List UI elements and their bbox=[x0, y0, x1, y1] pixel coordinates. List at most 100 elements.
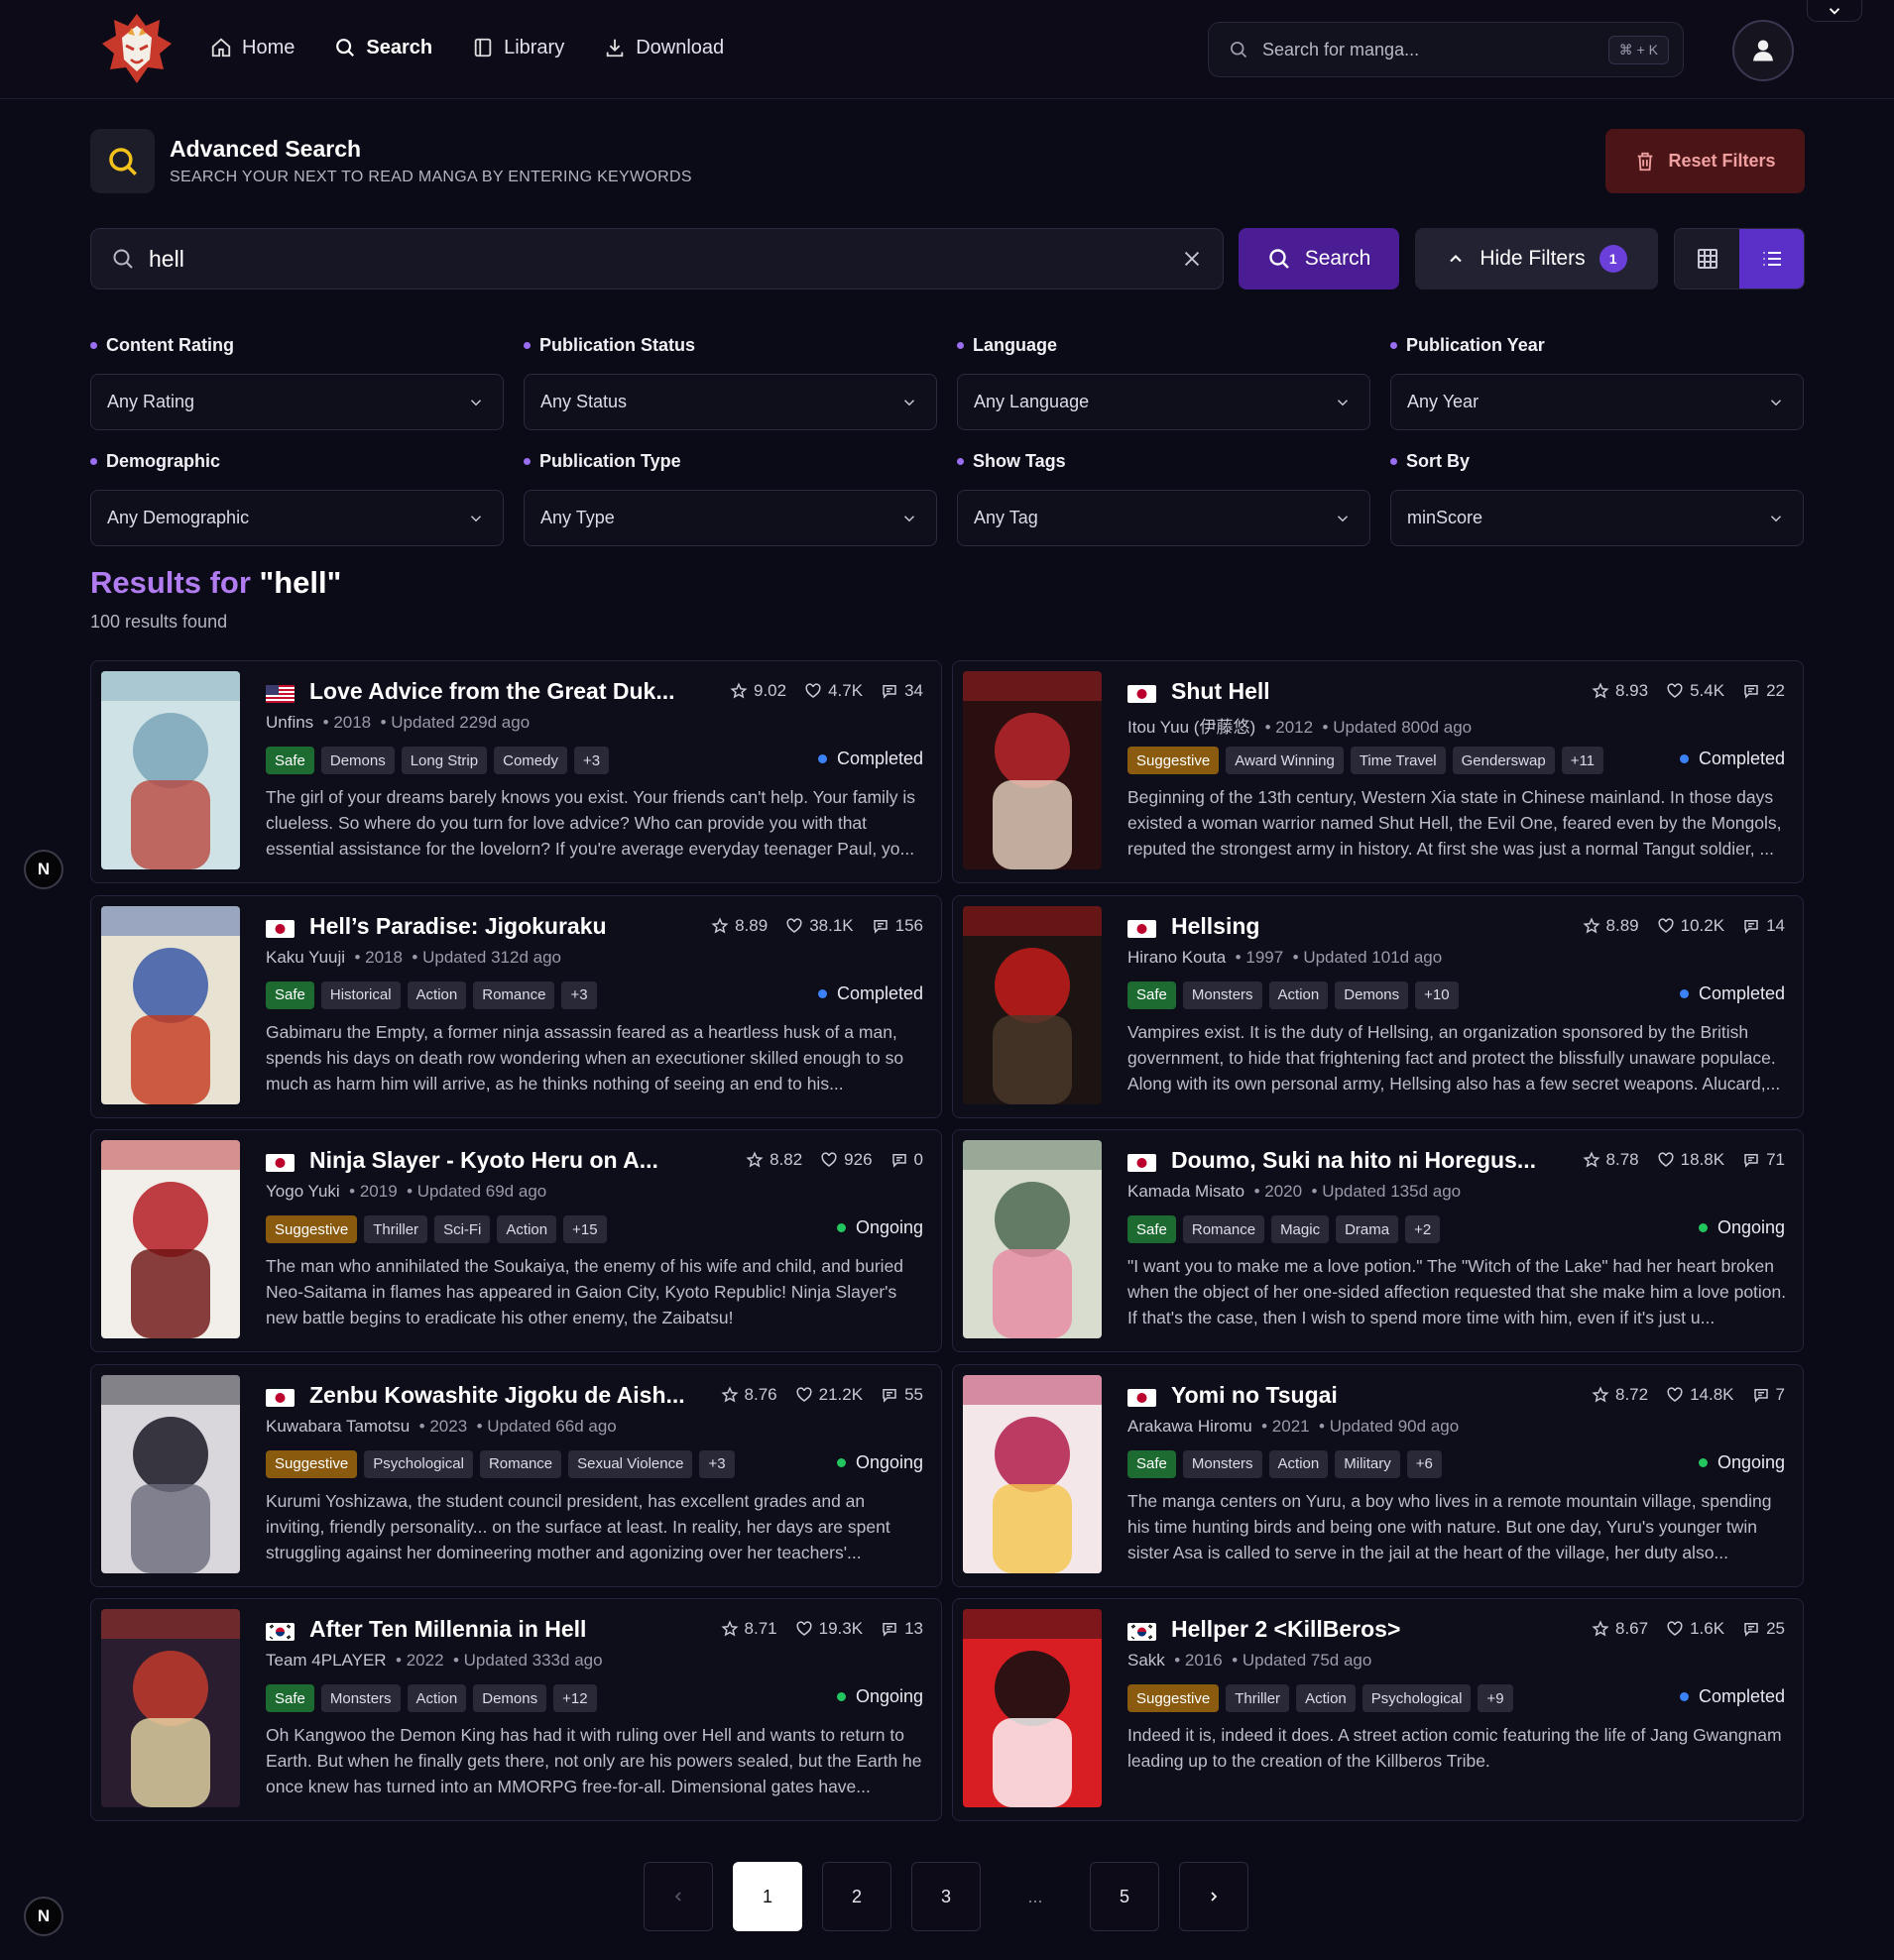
nav-library[interactable]: Library bbox=[472, 32, 564, 63]
nav-download[interactable]: Download bbox=[604, 32, 724, 63]
manga-title[interactable]: Ninja Slayer - Kyoto Heru on A... bbox=[309, 1147, 658, 1174]
hide-filters-button[interactable]: Hide Filters 1 bbox=[1415, 228, 1658, 289]
page-button[interactable]: 5 bbox=[1090, 1862, 1159, 1931]
nav-search[interactable]: Search bbox=[334, 32, 432, 63]
publication-year-select[interactable]: Any Year bbox=[1390, 374, 1804, 430]
language-select[interactable]: Any Language bbox=[957, 374, 1370, 430]
side-badge-n[interactable]: N bbox=[24, 1897, 63, 1936]
content-rating-badge[interactable]: Safe bbox=[1127, 1215, 1176, 1243]
genre-tag[interactable]: Monsters bbox=[320, 1684, 401, 1712]
genre-tag[interactable]: Military bbox=[1335, 1449, 1400, 1478]
author-name[interactable]: Itou Yuu (伊藤悠) bbox=[1127, 718, 1255, 737]
content-rating-badge[interactable]: Safe bbox=[266, 980, 314, 1009]
genre-tag[interactable]: +11 bbox=[1561, 747, 1604, 774]
genre-tag[interactable]: Romance bbox=[479, 1449, 562, 1478]
manga-title[interactable]: Doumo, Suki na hito ni Horegus... bbox=[1171, 1147, 1536, 1174]
manga-title[interactable]: Hell’s Paradise: Jigokuraku bbox=[309, 913, 607, 940]
side-badge-n[interactable]: N bbox=[24, 850, 63, 889]
content-rating-badge[interactable]: Safe bbox=[1127, 980, 1176, 1009]
content-rating-badge[interactable]: Safe bbox=[266, 1684, 314, 1712]
nav-home[interactable]: Home bbox=[210, 32, 295, 63]
manga-title[interactable]: Hellsing bbox=[1171, 913, 1259, 940]
genre-tag[interactable]: Demons bbox=[473, 1684, 547, 1712]
page-button[interactable]: 2 bbox=[822, 1862, 891, 1931]
author-name[interactable]: Unfins bbox=[266, 713, 313, 732]
content-rating-badge[interactable]: Safe bbox=[266, 747, 314, 774]
main-search-box[interactable] bbox=[90, 228, 1224, 289]
genre-tag[interactable]: Action bbox=[1296, 1684, 1356, 1712]
sort-by-select[interactable]: minScore bbox=[1390, 490, 1804, 546]
content-rating-badge[interactable]: Suggestive bbox=[266, 1449, 358, 1478]
genre-tag[interactable]: Action bbox=[407, 980, 467, 1009]
site-logo[interactable] bbox=[98, 10, 176, 87]
publication-status-select[interactable]: Any Status bbox=[524, 374, 937, 430]
genre-tag[interactable]: Historical bbox=[320, 980, 401, 1009]
genre-tag[interactable]: Romance bbox=[1182, 1215, 1265, 1243]
header-search[interactable]: ⌘ + K bbox=[1208, 22, 1684, 77]
header-search-input[interactable] bbox=[1262, 39, 1608, 60]
genre-tag[interactable]: +3 bbox=[573, 747, 610, 774]
manga-title[interactable]: Love Advice from the Great Duk... bbox=[309, 678, 675, 705]
author-name[interactable]: Hirano Kouta bbox=[1127, 948, 1226, 967]
genre-tag[interactable]: +9 bbox=[1478, 1684, 1513, 1712]
manga-cover-image[interactable] bbox=[963, 1609, 1102, 1807]
search-button[interactable]: Search bbox=[1239, 228, 1399, 289]
content-rating-select[interactable]: Any Rating bbox=[90, 374, 504, 430]
genre-tag[interactable]: Comedy bbox=[494, 747, 567, 774]
genre-tag[interactable]: Magic bbox=[1271, 1215, 1330, 1243]
content-rating-badge[interactable]: Suggestive bbox=[1127, 1684, 1220, 1712]
content-rating-badge[interactable]: Safe bbox=[1127, 1449, 1176, 1478]
genre-tag[interactable]: Demons bbox=[320, 747, 395, 774]
manga-title[interactable]: Zenbu Kowashite Jigoku de Aish... bbox=[309, 1382, 685, 1409]
content-rating-badge[interactable]: Suggestive bbox=[266, 1215, 358, 1243]
manga-card[interactable]: Zenbu Kowashite Jigoku de Aish... 8.76 2… bbox=[90, 1363, 942, 1587]
genre-tag[interactable]: +15 bbox=[563, 1215, 607, 1243]
manga-cover-image[interactable] bbox=[963, 1140, 1102, 1338]
genre-tag[interactable]: +2 bbox=[1405, 1215, 1441, 1243]
genre-tag[interactable]: Genderswap bbox=[1452, 747, 1555, 774]
manga-cover-image[interactable] bbox=[101, 671, 240, 869]
genre-tag[interactable]: Sci-Fi bbox=[434, 1215, 491, 1243]
manga-card[interactable]: Ninja Slayer - Kyoto Heru on A... 8.82 9… bbox=[90, 1129, 942, 1352]
genre-tag[interactable]: Demons bbox=[1335, 980, 1409, 1009]
genre-tag[interactable]: Award Winning bbox=[1226, 747, 1344, 774]
genre-tag[interactable]: Action bbox=[1268, 1449, 1329, 1478]
manga-title[interactable]: After Ten Millennia in Hell bbox=[309, 1616, 586, 1643]
manga-cover-image[interactable] bbox=[963, 1374, 1102, 1573]
genre-tag[interactable]: Action bbox=[407, 1684, 467, 1712]
genre-tag[interactable]: +3 bbox=[699, 1449, 735, 1478]
genre-tag[interactable]: Action bbox=[497, 1215, 557, 1243]
manga-cover-image[interactable] bbox=[101, 1374, 240, 1573]
genre-tag[interactable]: +12 bbox=[553, 1684, 597, 1712]
page-button[interactable]: 1 bbox=[733, 1862, 802, 1931]
author-name[interactable]: Kaku Yuuji bbox=[266, 948, 345, 967]
manga-card[interactable]: Hellsing 8.89 10.2K 14 Hirano Kouta • 19… bbox=[952, 894, 1804, 1118]
genre-tag[interactable]: Time Travel bbox=[1350, 747, 1446, 774]
manga-title[interactable]: Hellper 2 <KillBeros> bbox=[1171, 1616, 1400, 1643]
next-page-button[interactable] bbox=[1179, 1862, 1248, 1931]
manga-cover-image[interactable] bbox=[101, 1609, 240, 1807]
manga-cover-image[interactable] bbox=[101, 1140, 240, 1338]
manga-title[interactable]: Yomi no Tsugai bbox=[1171, 1382, 1338, 1409]
author-name[interactable]: Kuwabara Tamotsu bbox=[266, 1417, 410, 1436]
user-avatar-button[interactable] bbox=[1732, 20, 1794, 81]
manga-card[interactable]: Hell’s Paradise: Jigokuraku 8.89 38.1K 1… bbox=[90, 894, 942, 1118]
author-name[interactable]: Team 4PLAYER bbox=[266, 1651, 387, 1670]
manga-cover-image[interactable] bbox=[963, 671, 1102, 869]
clear-icon[interactable] bbox=[1181, 248, 1203, 270]
content-rating-badge[interactable]: Suggestive bbox=[1127, 747, 1220, 774]
genre-tag[interactable]: Sexual Violence bbox=[568, 1449, 693, 1478]
manga-card[interactable]: Doumo, Suki na hito ni Horegus... 8.78 1… bbox=[952, 1129, 1804, 1352]
publication-type-select[interactable]: Any Type bbox=[524, 490, 937, 546]
manga-card[interactable]: Hellper 2 <KillBeros> 8.67 1.6K 25 Sakk … bbox=[952, 1598, 1804, 1821]
prev-page-button[interactable] bbox=[644, 1862, 713, 1931]
reset-filters-button[interactable]: Reset Filters bbox=[1605, 129, 1805, 193]
genre-tag[interactable]: Psychological bbox=[1361, 1684, 1472, 1712]
manga-card[interactable]: After Ten Millennia in Hell 8.71 19.3K 1… bbox=[90, 1598, 942, 1821]
genre-tag[interactable]: +3 bbox=[561, 980, 597, 1009]
author-name[interactable]: Sakk bbox=[1127, 1651, 1165, 1670]
genre-tag[interactable]: Romance bbox=[473, 980, 555, 1009]
show-tags-select[interactable]: Any Tag bbox=[957, 490, 1370, 546]
manga-card[interactable]: Love Advice from the Great Duk... 9.02 4… bbox=[90, 660, 942, 883]
genre-tag[interactable]: Psychological bbox=[364, 1449, 473, 1478]
